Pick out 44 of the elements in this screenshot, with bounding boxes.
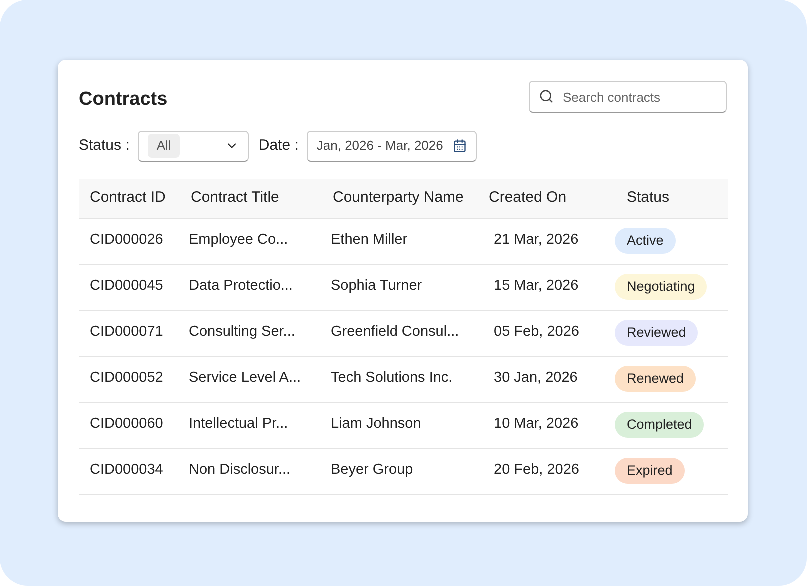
table-cell: 30 Jan, 2026 [494, 370, 578, 386]
table-cell: Beyer Group [331, 462, 414, 478]
search-field[interactable]: Search contracts [529, 81, 727, 114]
table-cell: CID000052 [90, 370, 164, 386]
table-cell: Consulting Ser... [189, 324, 296, 340]
table-cell: CID000026 [90, 232, 164, 248]
table-cell: Sophia Turner [331, 278, 422, 294]
status-badge: Reviewed [615, 320, 698, 346]
status-dropdown[interactable]: All [138, 130, 249, 162]
table-cell: Liam Johnson [331, 416, 422, 432]
page-title: Contracts [79, 88, 168, 112]
table-cell: Employee Co... [189, 232, 288, 248]
table-cell: CID000034 [90, 462, 164, 478]
column-header: Contract Title [191, 188, 280, 206]
column-header: Contract ID [90, 188, 166, 206]
status-badge: Negotiating [615, 274, 708, 300]
search-icon [539, 89, 554, 104]
table-cell: 21 Mar, 2026 [494, 232, 579, 248]
table-cell: 05 Feb, 2026 [494, 324, 580, 340]
table-cell: Non Disclosur... [189, 462, 291, 478]
status-badge: Renewed [615, 366, 696, 392]
column-header: Created On [489, 188, 567, 206]
table-cell: Service Level A... [189, 370, 302, 386]
date-range-field[interactable]: Jan, 2026 - Mar, 2026 [306, 130, 478, 162]
date-label: Date : [258, 136, 299, 156]
status-badge: Completed [615, 412, 704, 438]
table-cell: Greenfield Consul... [331, 324, 460, 340]
table-cell: Ethen Miller [331, 232, 408, 248]
selected-status: All [148, 134, 180, 158]
table-cell: Tech Solutions Inc. [331, 370, 453, 386]
status-label: Status : [79, 136, 130, 156]
table-cell: CID000045 [90, 278, 164, 294]
table-cell: 15 Mar, 2026 [494, 278, 579, 294]
table-cell: 20 Feb, 2026 [494, 462, 580, 478]
table-cell: CID000060 [90, 416, 164, 432]
table-cell: CID000071 [90, 324, 164, 340]
column-header: Status [627, 188, 670, 206]
table-cell: Intellectual Pr... [189, 416, 288, 432]
status-badge: Expired [615, 458, 685, 484]
table-cell: Data Protectio... [189, 278, 293, 294]
column-header: Counterparty Name [333, 188, 464, 206]
table-cell: 10 Mar, 2026 [494, 416, 579, 432]
calendar-icon [453, 139, 468, 153]
status-badge: Active [615, 228, 676, 254]
